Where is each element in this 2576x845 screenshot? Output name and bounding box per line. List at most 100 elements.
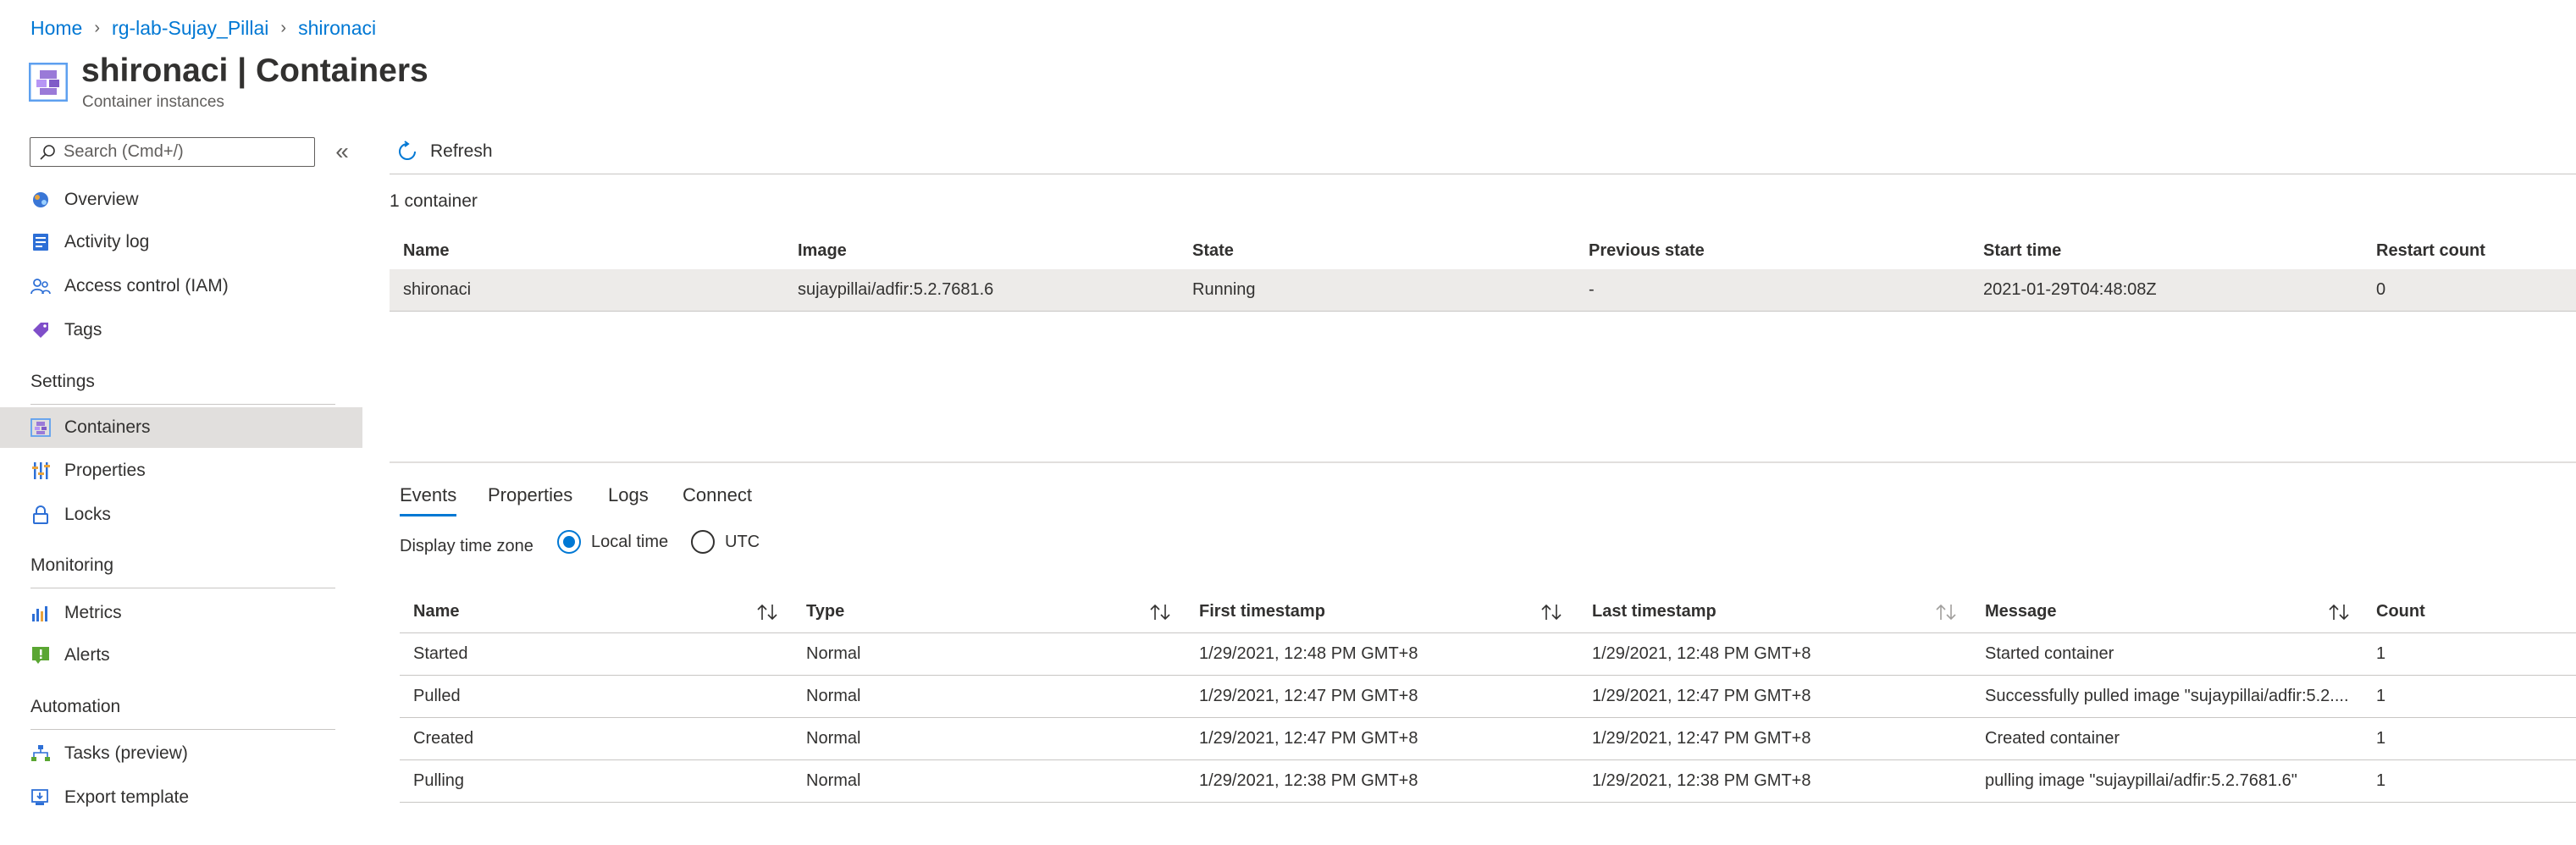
- cell-last-timestamp: 1/29/2021, 12:47 PM GMT+8: [1592, 729, 1811, 748]
- column-header-name[interactable]: Name: [413, 591, 459, 632]
- cell-previous-state: -: [1589, 280, 1595, 299]
- sidebar-item-label: Containers: [64, 417, 151, 437]
- sidebar-item-label: Alerts: [64, 645, 110, 665]
- sidebar-section-settings: Settings: [30, 372, 95, 391]
- column-header-state[interactable]: State: [1192, 234, 1234, 268]
- cell-restart-count: 0: [2376, 280, 2386, 299]
- page-title: shironaci | Containers: [81, 52, 428, 89]
- cell-count: 1: [2376, 729, 2386, 748]
- breadcrumb: Home › rg-lab-Sujay_Pillai › shironaci: [30, 15, 376, 41]
- collapse-sidebar-button[interactable]: «: [332, 139, 352, 164]
- alerts-icon: [30, 645, 51, 666]
- sidebar-item-label: Metrics: [64, 603, 122, 622]
- divider: [30, 729, 335, 730]
- table-row[interactable]: Pulling Normal 1/29/2021, 12:38 PM GMT+8…: [400, 760, 2576, 803]
- sidebar-item-label: Overview: [64, 190, 139, 209]
- export-template-icon: [30, 787, 51, 808]
- refresh-label: Refresh: [430, 141, 493, 161]
- events-table-header: Name Type First timestamp Last timestamp…: [400, 591, 2576, 633]
- sidebar-item-properties[interactable]: Properties: [0, 450, 362, 491]
- table-row[interactable]: shironaci sujaypillai/adfir:5.2.7681.6 R…: [390, 269, 2576, 312]
- cell-first-timestamp: 1/29/2021, 12:48 PM GMT+8: [1199, 644, 1418, 663]
- cell-type: Normal: [806, 729, 861, 748]
- column-header-image[interactable]: Image: [798, 234, 847, 268]
- properties-icon: [30, 461, 51, 481]
- overview-icon: [30, 190, 51, 210]
- sidebar-item-tags[interactable]: Tags: [0, 310, 362, 351]
- table-row[interactable]: Pulled Normal 1/29/2021, 12:47 PM GMT+8 …: [400, 676, 2576, 718]
- refresh-button[interactable]: Refresh: [396, 137, 493, 166]
- cell-last-timestamp: 1/29/2021, 12:48 PM GMT+8: [1592, 644, 1811, 663]
- radio-utc[interactable]: UTC: [691, 528, 760, 555]
- sidebar-item-label: Access control (IAM): [64, 276, 229, 295]
- sidebar-item-export-template[interactable]: Export template: [0, 777, 362, 818]
- breadcrumb-resource-group[interactable]: rg-lab-Sujay_Pillai: [112, 17, 268, 40]
- sidebar-item-locks[interactable]: Locks: [0, 494, 362, 535]
- column-header-start-time[interactable]: Start time: [1983, 234, 2061, 268]
- cell-start-time: 2021-01-29T04:48:08Z: [1983, 280, 2157, 299]
- column-header-first-timestamp[interactable]: First timestamp: [1199, 591, 1325, 632]
- radio-checked-icon: [557, 530, 581, 554]
- pane-splitter[interactable]: [390, 461, 2576, 463]
- column-header-name[interactable]: Name: [403, 234, 449, 268]
- radio-label: UTC: [725, 532, 760, 551]
- sort-icon[interactable]: [2327, 591, 2351, 632]
- column-header-count[interactable]: Count: [2376, 591, 2425, 632]
- page-subtitle: Container instances: [82, 93, 224, 111]
- breadcrumb-resource[interactable]: shironaci: [298, 17, 376, 40]
- chevron-right-icon: ›: [94, 18, 101, 37]
- container-count: 1 container: [390, 191, 478, 211]
- sort-icon[interactable]: [1934, 591, 1958, 632]
- cell-last-timestamp: 1/29/2021, 12:47 PM GMT+8: [1592, 687, 1811, 705]
- tab-events[interactable]: Events: [400, 476, 457, 516]
- sidebar-item-label: Locks: [64, 505, 111, 524]
- containers-icon: [30, 417, 51, 438]
- radio-local-time[interactable]: Local time: [557, 528, 668, 555]
- radio-label: Local time: [591, 532, 669, 551]
- cell-name: Created: [413, 729, 474, 748]
- sidebar-item-access-control[interactable]: Access control (IAM): [0, 266, 362, 307]
- cell-image: sujaypillai/adfir:5.2.7681.6: [798, 280, 994, 299]
- sidebar-item-overview[interactable]: Overview: [0, 179, 362, 220]
- sidebar-item-activity-log[interactable]: Activity log: [0, 222, 362, 262]
- column-header-previous-state[interactable]: Previous state: [1589, 234, 1705, 268]
- divider: [30, 404, 335, 405]
- table-row[interactable]: Started Normal 1/29/2021, 12:48 PM GMT+8…: [400, 633, 2576, 676]
- tab-logs[interactable]: Logs: [608, 476, 649, 515]
- access-control-icon: [30, 276, 51, 296]
- column-header-type[interactable]: Type: [806, 591, 844, 632]
- sort-icon[interactable]: [1540, 591, 1563, 632]
- search-input[interactable]: [64, 142, 301, 162]
- column-header-message[interactable]: Message: [1985, 591, 2057, 632]
- cell-last-timestamp: 1/29/2021, 12:38 PM GMT+8: [1592, 771, 1811, 790]
- cell-message: Successfully pulled image "sujaypillai/a…: [1985, 687, 2349, 705]
- sidebar-search[interactable]: [30, 137, 315, 167]
- column-header-restart-count[interactable]: Restart count: [2376, 234, 2485, 268]
- table-row[interactable]: Created Normal 1/29/2021, 12:47 PM GMT+8…: [400, 718, 2576, 760]
- sidebar-item-tasks[interactable]: Tasks (preview): [0, 733, 362, 774]
- sidebar-section-monitoring: Monitoring: [30, 555, 114, 575]
- sidebar-section-automation: Automation: [30, 697, 121, 716]
- column-header-last-timestamp[interactable]: Last timestamp: [1592, 591, 1716, 632]
- cell-first-timestamp: 1/29/2021, 12:38 PM GMT+8: [1199, 771, 1418, 790]
- sort-icon[interactable]: [755, 591, 779, 632]
- cell-first-timestamp: 1/29/2021, 12:47 PM GMT+8: [1199, 687, 1418, 705]
- lock-icon: [30, 505, 51, 525]
- sort-icon[interactable]: [1148, 591, 1172, 632]
- sidebar-item-alerts[interactable]: Alerts: [0, 635, 362, 676]
- sidebar-item-containers[interactable]: Containers: [0, 407, 362, 448]
- container-instances-icon: [29, 63, 68, 102]
- cell-name: Pulling: [413, 771, 465, 790]
- cell-type: Normal: [806, 687, 861, 705]
- timezone-label: Display time zone: [400, 537, 533, 555]
- cell-type: Normal: [806, 771, 861, 790]
- tab-connect[interactable]: Connect: [683, 476, 752, 515]
- sidebar-item-label: Activity log: [64, 232, 150, 251]
- tasks-icon: [30, 743, 51, 764]
- sidebar-item-metrics[interactable]: Metrics: [0, 593, 362, 633]
- breadcrumb-home[interactable]: Home: [30, 17, 82, 40]
- tab-properties[interactable]: Properties: [488, 476, 572, 515]
- cell-name: Pulled: [413, 687, 461, 705]
- cell-message: Started container: [1985, 644, 2114, 663]
- refresh-icon: [399, 141, 416, 160]
